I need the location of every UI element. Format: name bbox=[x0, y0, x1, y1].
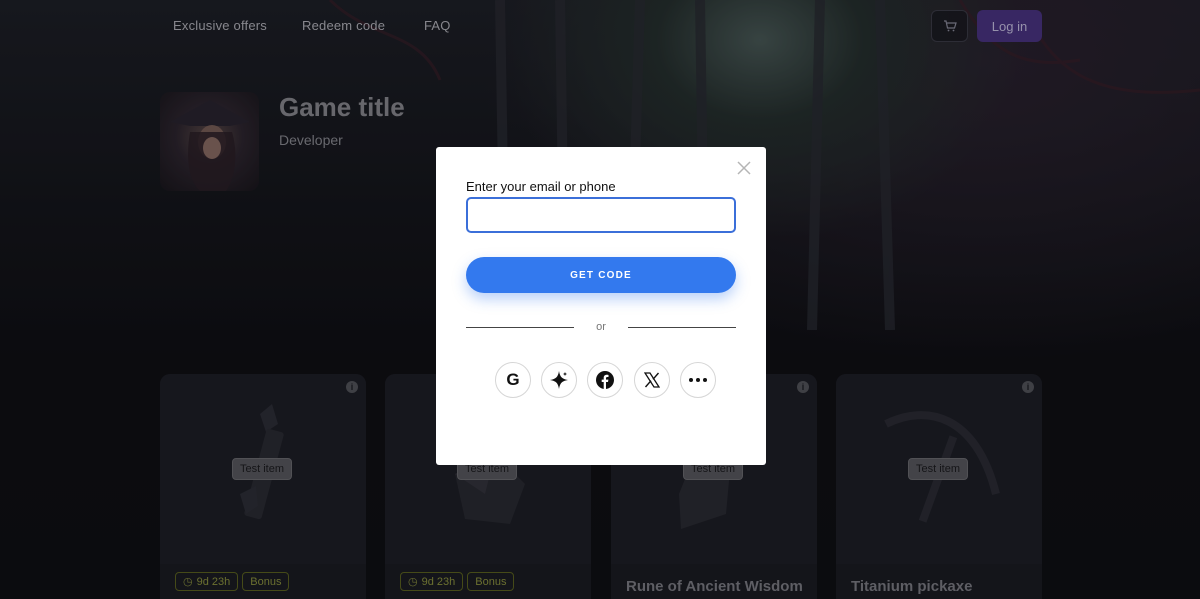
get-code-button[interactable]: GET CODE bbox=[466, 257, 736, 293]
facebook-login-button[interactable] bbox=[587, 362, 623, 398]
more-icon bbox=[689, 378, 707, 382]
more-login-options-button[interactable] bbox=[680, 362, 716, 398]
close-icon[interactable] bbox=[737, 161, 751, 175]
x-login-button[interactable] bbox=[634, 362, 670, 398]
sparkle-icon bbox=[550, 371, 568, 389]
google-icon: G bbox=[506, 370, 520, 389]
store-page: Exclusive offers Redeem code FAQ Log in … bbox=[0, 0, 1200, 599]
login-modal: Enter your email or phone GET CODE or G bbox=[436, 147, 766, 465]
facebook-icon bbox=[596, 371, 614, 389]
divider-line-left bbox=[466, 327, 574, 328]
x-icon bbox=[644, 372, 660, 388]
divider-line-right bbox=[628, 327, 736, 328]
email-phone-input[interactable] bbox=[466, 197, 736, 233]
sparkle-login-button[interactable] bbox=[541, 362, 577, 398]
google-login-button[interactable]: G bbox=[495, 362, 531, 398]
divider-or: or bbox=[596, 321, 606, 333]
email-label: Enter your email or phone bbox=[466, 179, 616, 194]
